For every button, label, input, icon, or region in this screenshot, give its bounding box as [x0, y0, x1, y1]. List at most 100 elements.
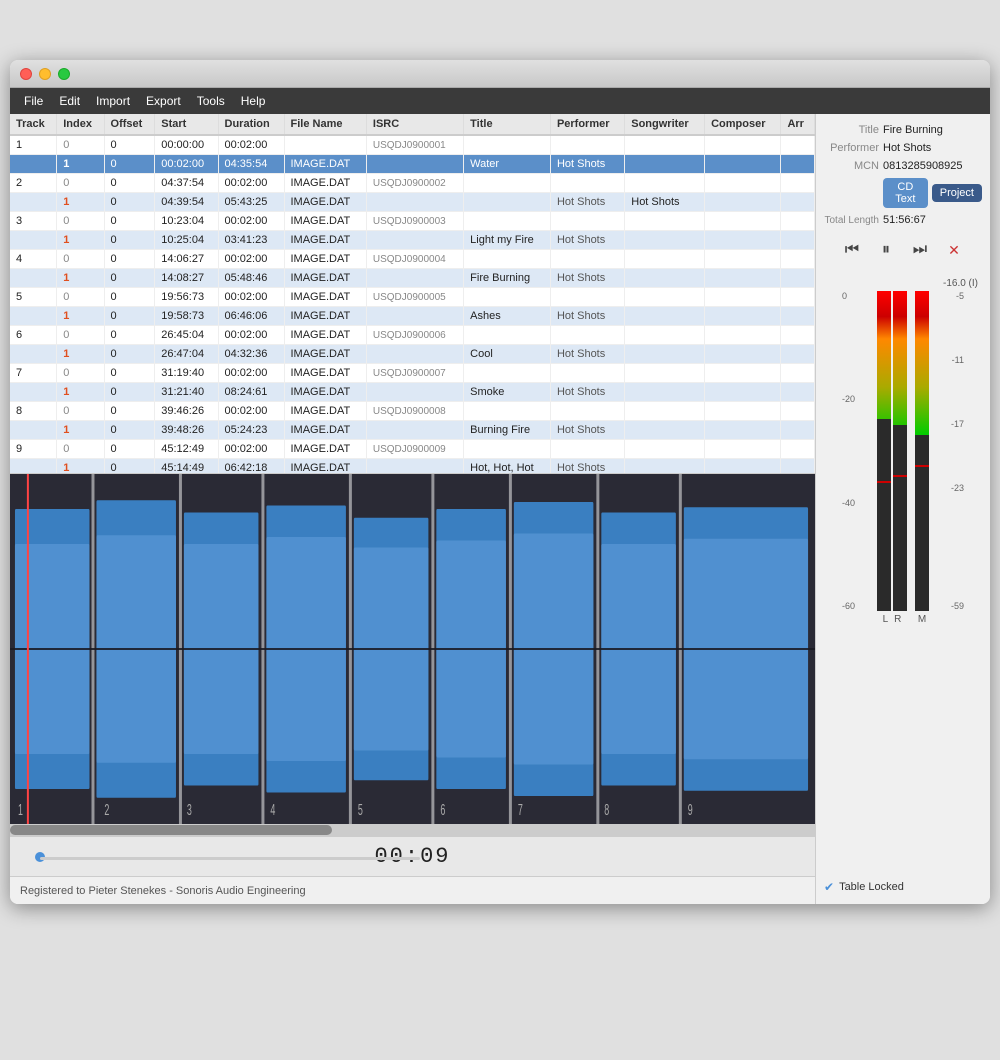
waveform-svg: 1 2 3 4 5 6 7 8 9: [10, 474, 815, 824]
table-row[interactable]: 30010:23:0400:02:00IMAGE.DATUSQDJ0900003: [10, 212, 815, 231]
table-row[interactable]: 1019:58:7306:46:06IMAGE.DATAshesHot Shot…: [10, 307, 815, 326]
maximize-button[interactable]: [58, 68, 70, 80]
table-row[interactable]: 50019:56:7300:02:00IMAGE.DATUSQDJ0900005: [10, 288, 815, 307]
peak-value: -16.0 (I): [943, 278, 978, 289]
svg-text:9: 9: [688, 800, 693, 818]
rewind-button[interactable]: ⏮: [838, 236, 866, 264]
lr-bars: [877, 291, 907, 611]
transport-controls: ⏮ ⏸ ⏭ ✕: [824, 236, 982, 264]
play-button[interactable]: ⏭: [906, 236, 934, 264]
main-area: Track Index Offset Start Duration File N…: [10, 114, 990, 904]
close-button[interactable]: [20, 68, 32, 80]
table-row[interactable]: 1010:25:0403:41:23IMAGE.DATLight my Fire…: [10, 231, 815, 250]
title-label: Title: [824, 124, 879, 136]
stop-button[interactable]: ✕: [940, 236, 968, 264]
minimize-button[interactable]: [39, 68, 51, 80]
mcn-row: MCN 0813285908925: [824, 160, 982, 172]
svg-text:8: 8: [604, 800, 609, 818]
col-songwriter: Songwriter: [625, 114, 705, 135]
table-row[interactable]: 90045:12:4900:02:00IMAGE.DATUSQDJ0900009: [10, 440, 815, 459]
m-meter-group: M: [915, 291, 929, 631]
progress-line: [40, 857, 420, 860]
lr-labels: L R: [883, 614, 902, 625]
r-meter-cover: [893, 425, 907, 611]
menu-edit[interactable]: Edit: [51, 91, 88, 111]
right-panel: Title Fire Burning Performer Hot Shots M…: [815, 114, 990, 904]
track-table: Track Index Offset Start Duration File N…: [10, 114, 815, 474]
titlebar: [10, 60, 990, 88]
table-row[interactable]: 40014:06:2700:02:00IMAGE.DATUSQDJ0900004: [10, 250, 815, 269]
table-row[interactable]: 1031:21:4008:24:61IMAGE.DATSmokeHot Shot…: [10, 383, 815, 402]
scrollbar-thumb[interactable]: [10, 825, 332, 835]
waveform-scrollbar[interactable]: [10, 824, 815, 836]
meter-scale-left: 0 -20 -40 -60: [842, 291, 855, 611]
waveform-area[interactable]: 1 2 3 4 5 6 7 8 9: [10, 474, 815, 824]
svg-text:5: 5: [358, 800, 363, 818]
col-filename: File Name: [284, 114, 366, 135]
edit-row: CD Text Project: [883, 178, 982, 208]
m-meter-cover: [915, 435, 929, 611]
lock-icon: ✔: [824, 880, 834, 894]
table-row[interactable]: 1026:47:0404:32:36IMAGE.DATCoolHot Shots: [10, 345, 815, 364]
table-row[interactable]: 20004:37:5400:02:00IMAGE.DATUSQDJ0900002: [10, 174, 815, 193]
r-meter-bar: [893, 291, 907, 611]
col-index: Index: [57, 114, 104, 135]
svg-text:1: 1: [18, 800, 23, 818]
cdtext-button[interactable]: CD Text: [883, 178, 928, 208]
col-start: Start: [155, 114, 218, 135]
pause-button[interactable]: ⏸: [872, 236, 900, 264]
registration-text: Registered to Pieter Stenekes - Sonoris …: [20, 885, 306, 897]
mcn-value: 0813285908925: [883, 160, 963, 172]
menu-help[interactable]: Help: [233, 91, 274, 111]
svg-text:2: 2: [104, 800, 109, 818]
l-meter-cover: [877, 419, 891, 611]
svg-text:3: 3: [187, 800, 192, 818]
menu-import[interactable]: Import: [88, 91, 138, 111]
performer-value: Hot Shots: [883, 142, 931, 154]
total-length-label: Total Length: [824, 215, 879, 226]
m-meter-peak: [915, 465, 929, 467]
title-value: Fire Burning: [883, 124, 943, 136]
svg-text:6: 6: [440, 800, 445, 818]
m-label: M: [918, 614, 926, 625]
table-row[interactable]: 70031:19:4000:02:00IMAGE.DATUSQDJ0900007: [10, 364, 815, 383]
left-panel: Track Index Offset Start Duration File N…: [10, 114, 815, 904]
table-row[interactable]: 10000:00:0000:02:00USQDJ0900001: [10, 135, 815, 155]
menubar: File Edit Import Export Tools Help: [10, 88, 990, 114]
performer-row: Performer Hot Shots: [824, 142, 982, 154]
meter-scale-right: -5 -11 -17 -23 -59: [951, 291, 964, 611]
menu-tools[interactable]: Tools: [189, 91, 233, 111]
table-row[interactable]: 1045:14:4906:42:18IMAGE.DATHot, Hot, Hot…: [10, 459, 815, 475]
col-composer: Composer: [705, 114, 781, 135]
svg-text:4: 4: [270, 800, 275, 818]
project-button[interactable]: Project: [932, 184, 982, 202]
table-row[interactable]: 80039:46:2600:02:00IMAGE.DATUSQDJ0900008: [10, 402, 815, 421]
menu-file[interactable]: File: [16, 91, 51, 111]
menu-export[interactable]: Export: [138, 91, 189, 111]
track-table-container[interactable]: Track Index Offset Start Duration File N…: [10, 114, 815, 474]
m-bar: [915, 291, 929, 611]
col-isrc: ISRC: [366, 114, 463, 135]
table-row[interactable]: 1014:08:2705:48:46IMAGE.DATFire BurningH…: [10, 269, 815, 288]
col-title: Title: [464, 114, 551, 135]
r-meter-peak: [893, 475, 907, 477]
table-row[interactable]: 60026:45:0400:02:00IMAGE.DATUSQDJ0900006: [10, 326, 815, 345]
lr-meter-group: L R: [877, 291, 907, 631]
col-track: Track: [10, 114, 57, 135]
l-label: L: [883, 614, 889, 625]
total-length-row: Total Length 51:56:67: [824, 214, 982, 226]
mcn-label: MCN: [824, 160, 879, 172]
table-locked-text: Table Locked: [839, 881, 904, 893]
table-header-row: Track Index Offset Start Duration File N…: [10, 114, 815, 135]
table-row[interactable]: 1039:48:2605:24:23IMAGE.DATBurning FireH…: [10, 421, 815, 440]
status-bar: Registered to Pieter Stenekes - Sonoris …: [10, 876, 815, 904]
col-duration: Duration: [218, 114, 284, 135]
col-arr: Arr: [781, 114, 815, 135]
total-length-value: 51:56:67: [883, 214, 926, 226]
table-locked-row: ✔ Table Locked: [824, 880, 982, 894]
table-row[interactable]: 1000:02:0004:35:54IMAGE.DATWaterHot Shot…: [10, 155, 815, 174]
col-performer: Performer: [550, 114, 624, 135]
performer-label: Performer: [824, 142, 879, 154]
title-row: Title Fire Burning: [824, 124, 982, 136]
table-row[interactable]: 1004:39:5405:43:25IMAGE.DATHot ShotsHot …: [10, 193, 815, 212]
